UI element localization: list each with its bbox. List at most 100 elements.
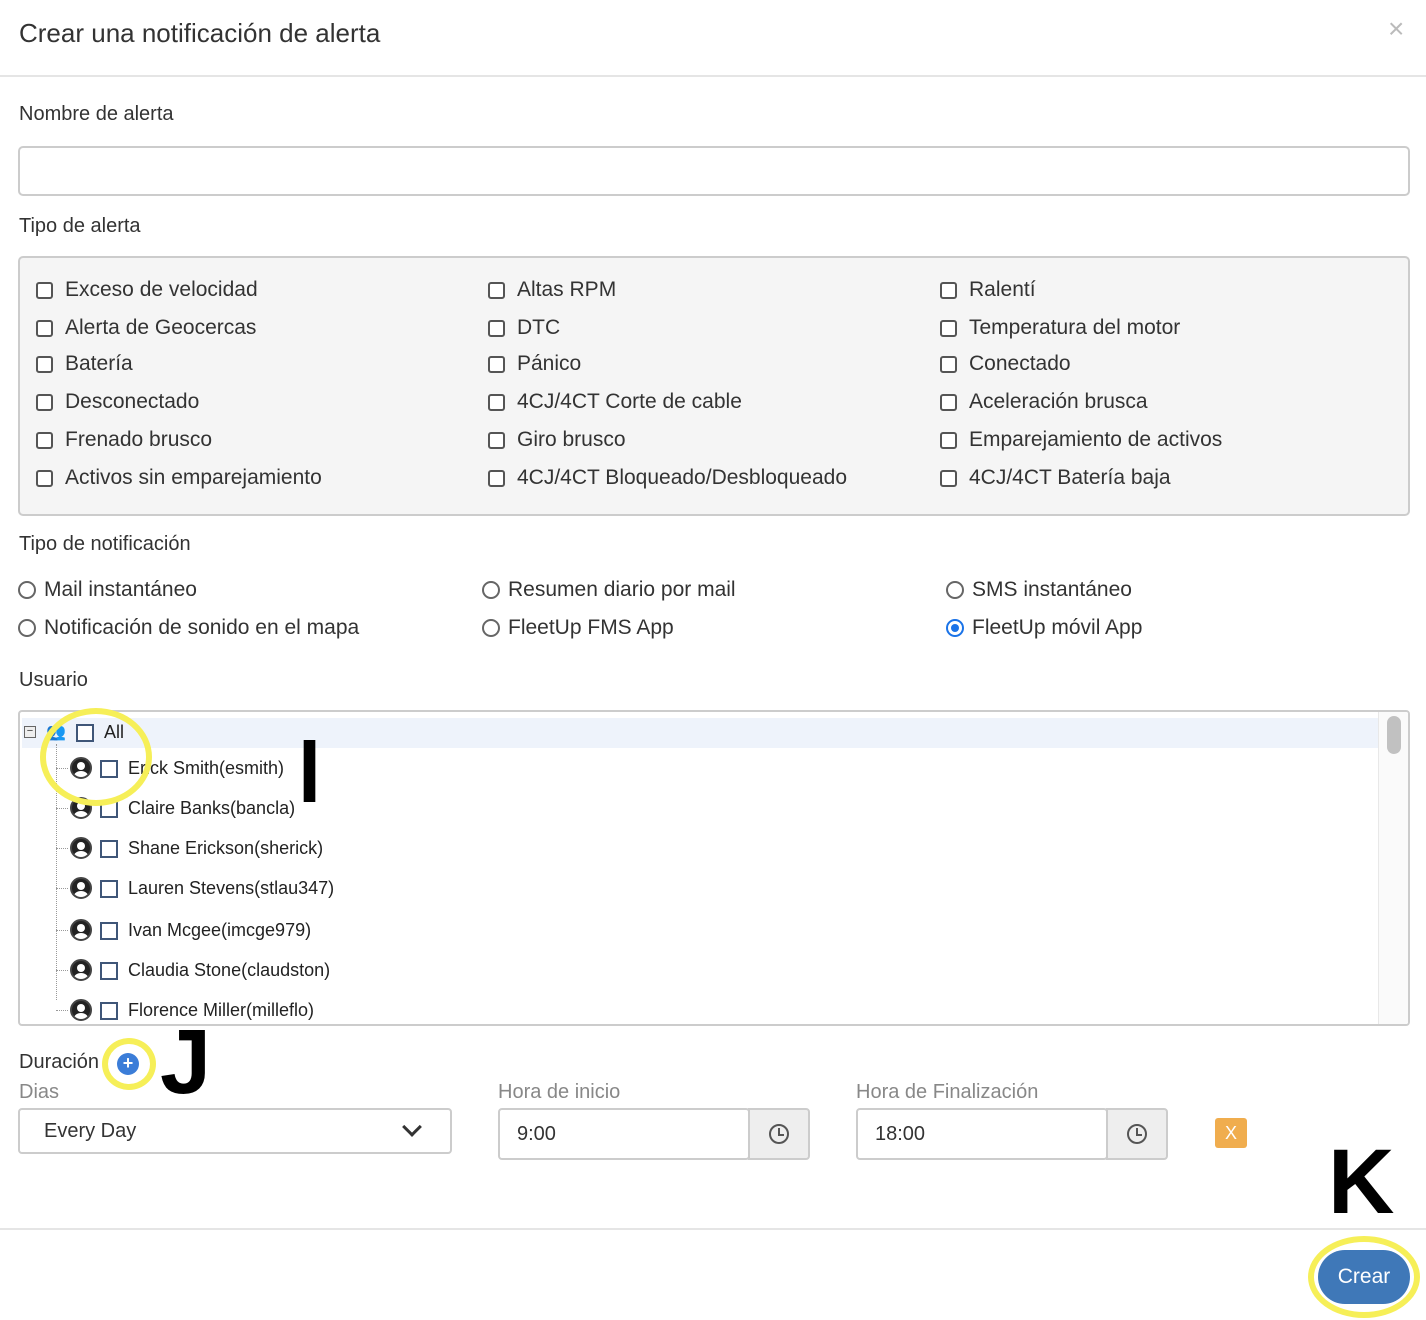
checkbox[interactable]	[36, 469, 53, 487]
scrollbar-track[interactable]	[1378, 712, 1408, 1024]
annotation-letter-i: I	[298, 722, 321, 822]
checkbox[interactable]	[36, 319, 53, 337]
alert-option[interactable]: Alerta de Geocercas	[36, 316, 256, 340]
alert-option[interactable]: 4CJ/4CT Corte de cable	[488, 390, 742, 414]
end-time-input[interactable]: 18:00	[856, 1108, 1108, 1160]
scrollbar-thumb[interactable]	[1387, 716, 1401, 754]
tree-user-label[interactable]: Ivan Mcgee(imcge979)	[128, 920, 311, 941]
user-icon	[70, 837, 92, 859]
alert-option[interactable]: Frenado brusco	[36, 428, 212, 452]
footer-divider	[0, 1228, 1426, 1230]
tree-connector	[56, 848, 68, 849]
alert-option[interactable]: Giro brusco	[488, 428, 626, 452]
tree-user-label[interactable]: Shane Erickson(sherick)	[128, 838, 323, 859]
tree-checkbox[interactable]	[100, 922, 118, 940]
tree-checkbox[interactable]	[100, 840, 118, 858]
annotation-ring-k	[1308, 1236, 1420, 1318]
notification-option[interactable]: Resumen diario por mail	[482, 578, 736, 602]
remove-duration-button[interactable]: X	[1215, 1118, 1247, 1148]
radio-button-selected[interactable]	[946, 619, 964, 637]
user-icon	[70, 877, 92, 899]
checkbox[interactable]	[488, 431, 505, 449]
alert-option[interactable]: DTC	[488, 316, 560, 340]
notification-option[interactable]: Notificación de sonido en el mapa	[18, 616, 359, 640]
alert-name-input[interactable]	[18, 146, 1410, 196]
tree-user-label[interactable]: Florence Miller(milleflo)	[128, 1000, 314, 1021]
start-time-picker[interactable]	[748, 1108, 810, 1160]
start-time-input[interactable]: 9:00	[498, 1108, 750, 1160]
days-label: Dias	[19, 1081, 60, 1103]
alert-option[interactable]: 4CJ/4CT Bloqueado/Desbloqueado	[488, 466, 847, 490]
radio-button[interactable]	[946, 581, 964, 599]
user-tree: − 👥 All Erick Smith(esmith) Claire Banks…	[18, 710, 1410, 1026]
alert-option[interactable]: Batería	[36, 352, 133, 376]
checkbox[interactable]	[488, 319, 505, 337]
checkbox[interactable]	[940, 319, 957, 337]
duration-label: Duración	[19, 1051, 100, 1073]
tree-user-label[interactable]: Claudia Stone(claudston)	[128, 960, 330, 981]
annotation-ring-j	[102, 1038, 156, 1090]
header-divider	[0, 75, 1426, 77]
checkbox[interactable]	[488, 469, 505, 487]
close-icon[interactable]: ×	[1388, 14, 1404, 44]
alert-option[interactable]: Aceleración brusca	[940, 390, 1148, 414]
end-time-picker[interactable]	[1106, 1108, 1168, 1160]
tree-checkbox[interactable]	[100, 962, 118, 980]
alert-option[interactable]: Altas RPM	[488, 278, 616, 302]
notification-type-label: Tipo de notificación	[19, 533, 191, 555]
radio-button[interactable]	[18, 619, 36, 637]
tree-all-row[interactable]	[22, 718, 1378, 748]
days-select[interactable]: Every Day	[18, 1108, 452, 1154]
checkbox[interactable]	[488, 281, 505, 299]
alert-option[interactable]: 4CJ/4CT Batería baja	[940, 466, 1171, 490]
annotation-letter-j: J	[160, 1011, 212, 1113]
notification-option-selected[interactable]: FleetUp móvil App	[946, 616, 1142, 640]
user-icon	[70, 999, 92, 1021]
end-time-label: Hora de Finalización	[856, 1081, 1039, 1103]
alert-type-label: Tipo de alerta	[19, 215, 141, 237]
checkbox[interactable]	[940, 469, 957, 487]
checkbox[interactable]	[940, 431, 957, 449]
checkbox[interactable]	[488, 355, 505, 373]
annotation-ring-i	[40, 708, 152, 806]
checkbox[interactable]	[940, 393, 957, 411]
checkbox[interactable]	[36, 281, 53, 299]
notification-option[interactable]: SMS instantáneo	[946, 578, 1132, 602]
checkbox[interactable]	[36, 431, 53, 449]
checkbox[interactable]	[36, 393, 53, 411]
tree-user-label[interactable]: Lauren Stevens(stlau347)	[128, 878, 334, 899]
alert-option[interactable]: Temperatura del motor	[940, 316, 1180, 340]
alert-option[interactable]: Conectado	[940, 352, 1071, 376]
radio-button[interactable]	[482, 581, 500, 599]
alert-option[interactable]: Desconectado	[36, 390, 199, 414]
notification-option[interactable]: Mail instantáneo	[18, 578, 197, 602]
radio-button[interactable]	[482, 619, 500, 637]
annotation-letter-k: K	[1328, 1131, 1395, 1233]
radio-button[interactable]	[18, 581, 36, 599]
tree-connector	[56, 1010, 68, 1011]
tree-connector	[56, 930, 68, 931]
user-label: Usuario	[19, 669, 88, 691]
tree-user-label[interactable]: Claire Banks(bancla)	[128, 798, 295, 819]
tree-checkbox[interactable]	[100, 1002, 118, 1020]
alert-option[interactable]: Activos sin emparejamiento	[36, 466, 322, 490]
collapse-icon[interactable]: −	[24, 726, 36, 738]
tree-connector	[56, 808, 68, 809]
alert-name-label: Nombre de alerta	[19, 103, 174, 125]
checkbox[interactable]	[940, 355, 957, 373]
alert-option[interactable]: Exceso de velocidad	[36, 278, 258, 302]
user-icon	[70, 959, 92, 981]
clock-icon	[1127, 1124, 1147, 1144]
notification-option[interactable]: FleetUp FMS App	[482, 616, 674, 640]
tree-connector	[56, 888, 68, 889]
modal-title: Crear una notificación de alerta	[19, 18, 381, 48]
alert-option[interactable]: Pánico	[488, 352, 581, 376]
checkbox[interactable]	[36, 355, 53, 373]
user-icon	[70, 919, 92, 941]
tree-connector	[56, 970, 68, 971]
alert-option[interactable]: Ralentí	[940, 278, 1036, 302]
tree-checkbox[interactable]	[100, 880, 118, 898]
checkbox[interactable]	[488, 393, 505, 411]
checkbox[interactable]	[940, 281, 957, 299]
alert-option[interactable]: Emparejamiento de activos	[940, 428, 1222, 452]
